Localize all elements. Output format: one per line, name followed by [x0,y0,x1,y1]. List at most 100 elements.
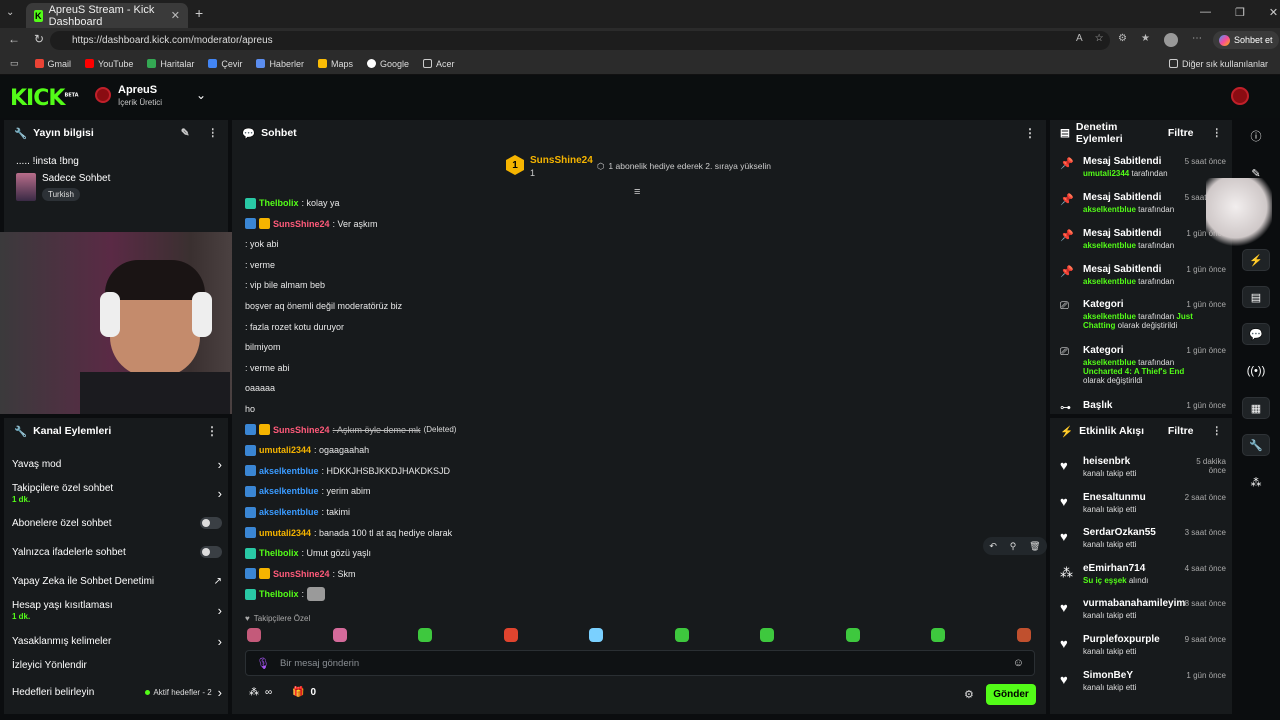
moderator-name[interactable]: umutali2344 [1083,169,1129,178]
chat-message[interactable]: : fazla rozet kotu duruyor [245,318,344,336]
kick-points[interactable]: ⁂ ∞ [249,687,272,698]
emote-button[interactable] [332,628,347,642]
chat-username[interactable]: umutali2344 [259,528,311,538]
emoji-icon[interactable]: ☺ [1013,657,1024,669]
host-row[interactable]: İzleyici Yönlendir [12,660,222,671]
maximize-icon[interactable]: ❐ [1235,6,1245,19]
user-avatar[interactable] [1231,87,1249,105]
bookmark-gmail[interactable]: Gmail [34,59,71,69]
emote-button[interactable] [247,628,261,642]
top-gifter-name[interactable]: SunsShine24 [530,155,593,166]
moderation-filter[interactable]: Filtre [1168,127,1194,139]
chat-message[interactable]: : verme abi [245,359,290,377]
chat-message[interactable]: umutali2344: banada 100 tl at aq hediye … [245,524,452,542]
chat-icon[interactable]: 💬 [1242,323,1270,345]
chat-message[interactable]: Thelbolix: kolay ya [245,194,340,212]
wrench-tool-icon[interactable]: 🔧 [1242,434,1270,456]
edit-pencil-icon[interactable]: ✎ [181,127,190,139]
moderation-item[interactable]: 📌1 gün önceMesaj Sabitlendiakselkentblue… [1058,228,1226,250]
slow-mode-row[interactable]: Yavaş mod › [12,457,222,472]
favorite-star-icon[interactable]: ☆ [1095,33,1104,44]
chat-message[interactable]: Thelbolix: [245,585,326,603]
moderation-item[interactable]: 📌 5 saat önce Mesaj Sabitlendi umutali2344 … [1058,156,1226,178]
followers-only-row[interactable]: Takipçilere özel sohbet 1 dk. › [12,483,222,504]
chat-more-icon[interactable]: ⋮ [1024,126,1036,140]
subscribers-only-toggle[interactable] [200,517,222,529]
chat-message[interactable]: oaaaaa [245,379,275,397]
document-icon[interactable]: ▤ [1242,286,1270,308]
goals-row[interactable]: Hedefleri belirleyin Aktif hedefler - 2 … [12,685,222,700]
activity-filter[interactable]: Filtre [1168,425,1194,437]
moderator-name[interactable]: akselkentblue [1083,277,1136,286]
microphone-icon[interactable]: 🎙 [256,657,270,670]
bookmark-google[interactable]: Google [366,59,409,69]
chat-message[interactable]: SunsShine24: Aşkım öyle deme mk (Deleted) [245,421,456,439]
stream-info-more-icon[interactable]: ⋮ [208,127,219,139]
chat-message[interactable]: : verme [245,256,275,274]
chat-input[interactable]: 🎙 Bir mesaj gönderin ☺ [245,650,1035,676]
delete-icon[interactable]: 🗑 [1029,541,1040,552]
emote-button[interactable] [589,628,603,642]
chat-message[interactable]: : vip bile almam beb [245,276,325,294]
chat-username[interactable]: umutali2344 [259,445,311,455]
close-window-icon[interactable]: ✕ [1269,6,1278,19]
kick-points-icon[interactable]: ⁂ [1242,471,1270,493]
chat-message[interactable]: umutali2344: ogaagaahah [245,441,369,459]
chat-username[interactable]: Thelbolix [259,548,299,558]
url-field[interactable]: https://dashboard.kick.com/moderator/apr… [50,31,1110,50]
ai-moderation-row[interactable]: Yapay Zeka ile Sohbet Denetimi ↗ [12,576,222,587]
activity-item[interactable]: ♥ 9 saat önce Purplefoxpurple kanalı takip … [1058,634,1226,656]
emote-button[interactable] [1016,628,1031,642]
chat-username[interactable]: SunsShine24 [273,569,330,579]
language-tag[interactable]: Turkish [42,188,80,201]
chat-message[interactable]: SunsShine24: Skm [245,565,356,583]
moderator-name[interactable]: akselkentblue [1083,241,1136,250]
category-name[interactable]: Sadece Sohbet [42,173,110,184]
chat-message[interactable]: akselkentblue: takimi [245,503,350,521]
kick-logo[interactable]: KICKBETA [10,86,79,111]
chat-message[interactable]: bilmiyom [245,338,281,356]
reading-view-icon[interactable]: ▭ [10,58,19,69]
chat-message[interactable]: : yok abi [245,235,279,253]
layout-icon[interactable]: ▦ [1242,397,1270,419]
new-tab-icon[interactable]: + [195,5,203,21]
banned-words-row[interactable]: Yasaklanmış kelimeler › [12,634,222,649]
minimize-icon[interactable]: — [1200,6,1211,19]
bookmark-maps[interactable]: Maps [317,59,353,69]
favorites-icon[interactable]: ★ [1141,33,1150,47]
reload-icon[interactable]: ↻ [34,32,44,46]
other-bookmarks[interactable]: Diğer sık kullanılanlar [1168,59,1268,69]
close-tab-icon[interactable]: ✕ [171,9,180,22]
back-icon[interactable]: ← [8,32,20,46]
copilot-chat-button[interactable]: Sohbet et [1213,31,1279,49]
broadcast-icon[interactable]: ((•)) [1242,360,1270,382]
chat-message[interactable]: boşver aq önemli değil moderatörüz biz [245,297,402,315]
moderation-item[interactable]: 📌1 gün önceMesaj Sabitlendiakselkentblue… [1058,264,1226,286]
extensions-icon[interactable]: ⚙ [1118,33,1127,47]
edit-icon[interactable]: ✎ [1242,162,1270,184]
send-button[interactable]: Gönder [986,684,1036,705]
moderation-item[interactable]: ⎚ 1 gün önce Kategori akselkentblue tarafın… [1058,299,1226,330]
gift-button[interactable]: 🎁 0 [292,687,316,698]
chevron-down-icon[interactable]: ⌄ [196,88,206,102]
activity-more-icon[interactable]: ⋮ [1212,425,1223,437]
chat-username[interactable]: akselkentblue [259,507,319,517]
emote-button[interactable] [418,628,432,642]
profile-avatar[interactable] [1163,33,1178,47]
chat-message[interactable]: akselkentblue: HDKKJHSBJKKDJHAKDKSJD [245,462,450,480]
info-icon[interactable]: ⓘ [1242,125,1270,147]
chat-username[interactable]: akselkentblue [259,466,319,476]
chat-username[interactable]: Thelbolix [259,589,299,599]
pin-message-icon[interactable]: ⚲ [1010,541,1017,552]
chat-message[interactable]: SunsShine24: Ver aşkım [245,215,378,233]
chat-settings-chevron-icon[interactable]: ≡ [634,186,640,198]
browser-tab[interactable]: K ApreuS Stream - Kick Dashboard ✕ [26,3,188,28]
emote-button[interactable] [845,628,860,642]
chat-message[interactable]: Thelbolix: Umut gözü yaşlı [245,544,371,562]
chat-message[interactable]: akselkentblue: yerim abim [245,482,371,500]
bookmark-haberler[interactable]: Haberler [256,59,304,69]
tab-list-icon[interactable]: ⌄ [6,7,14,18]
activity-item[interactable]: ♥ 3 saat önce SerdarOzkan55 kanalı takip et… [1058,527,1226,549]
moderation-item[interactable]: ⊶ 1 gün önce Başlık [1058,400,1226,414]
emote-only-toggle[interactable] [200,546,222,558]
